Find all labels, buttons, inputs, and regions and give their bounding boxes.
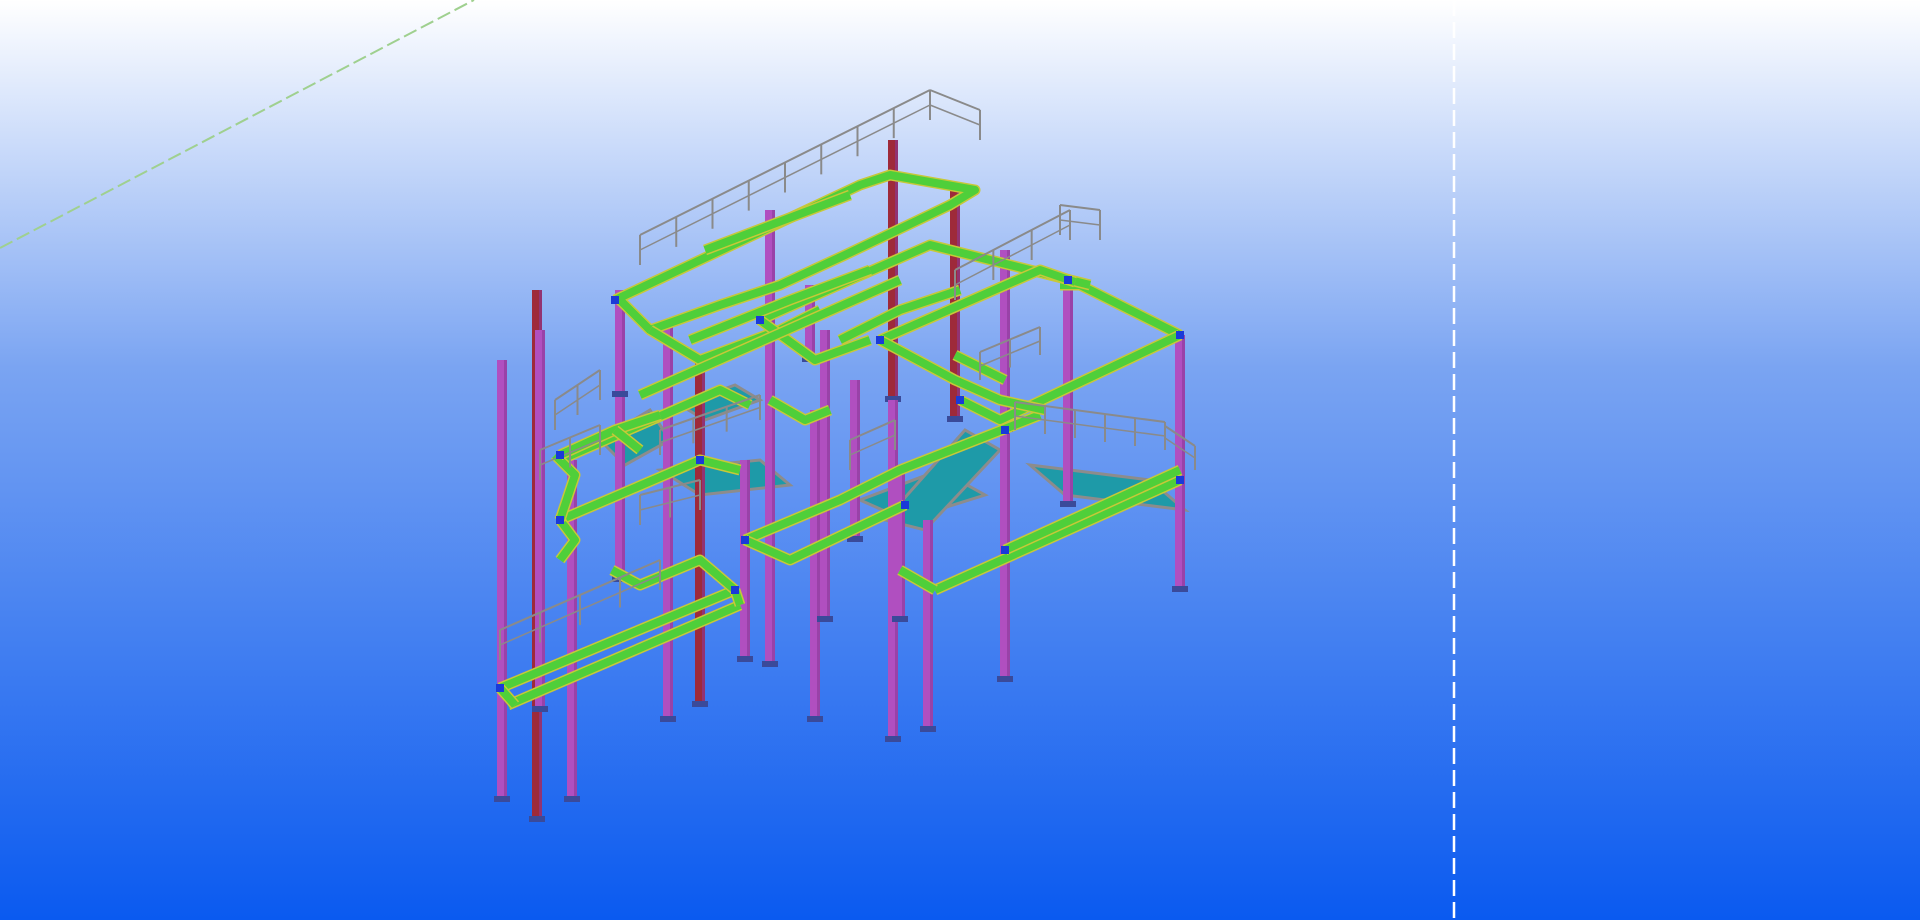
column-shade (747, 460, 750, 660)
base-plate (1060, 501, 1076, 507)
railing-top (929, 89, 981, 111)
joint-node (1064, 276, 1072, 284)
base-plate (1172, 586, 1188, 592)
base-plate (885, 736, 901, 742)
joint-node (956, 396, 964, 404)
base-plate (762, 661, 778, 667)
base-plate (692, 701, 708, 707)
column-shade (1182, 335, 1185, 590)
joint-node (1001, 546, 1009, 554)
joint-node (756, 316, 764, 324)
joint-node (901, 501, 909, 509)
column-shade (504, 360, 507, 800)
column-shade (542, 330, 545, 710)
base-plate (660, 716, 676, 722)
base-plate (737, 656, 753, 662)
joint-node (1001, 426, 1009, 434)
joint-node (496, 684, 504, 692)
base-plate (947, 416, 963, 422)
joint-node (556, 516, 564, 524)
railing-mid (1059, 219, 1101, 226)
column-shade (702, 360, 705, 705)
joint-node (741, 536, 749, 544)
base-plate (920, 726, 936, 732)
base-plate (817, 616, 833, 622)
joint-node (731, 586, 739, 594)
column-shade (772, 210, 775, 665)
column-shade (930, 520, 933, 730)
column-shade (827, 330, 830, 620)
joint-node (1176, 476, 1184, 484)
base-plate (564, 796, 580, 802)
base-plate (612, 391, 628, 397)
joint-node (876, 336, 884, 344)
base-plate (892, 616, 908, 622)
beams-group[interactable] (495, 169, 1183, 711)
base-plate (997, 676, 1013, 682)
beam (703, 191, 852, 254)
grid-lines (0, 0, 1456, 920)
joint-node (556, 451, 564, 459)
joint-node (611, 296, 619, 304)
base-plate (532, 706, 548, 712)
railing-top (1059, 204, 1101, 211)
column-shade (902, 470, 905, 620)
joint-node (696, 456, 704, 464)
base-plate (807, 716, 823, 722)
grid-line-diagonal (0, 0, 475, 249)
joint-node (1176, 331, 1184, 339)
base-plate (494, 796, 510, 802)
base-plate (529, 816, 545, 822)
column-shade (817, 410, 820, 720)
structure-scene[interactable] (0, 0, 1920, 920)
column-shade (857, 380, 860, 540)
3d-model-viewport[interactable] (0, 0, 1920, 920)
